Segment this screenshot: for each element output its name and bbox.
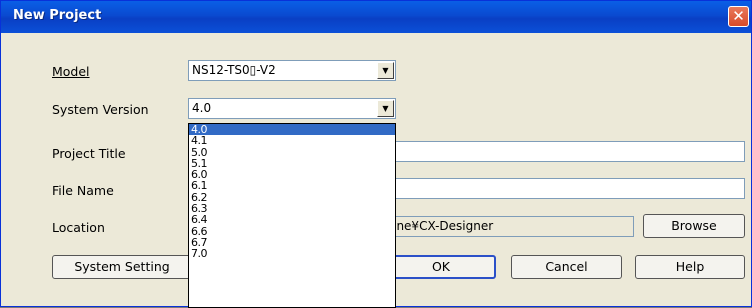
window-title: New Project <box>13 8 102 23</box>
system-version-select[interactable]: 4.0 ▼ <box>188 98 396 119</box>
title-bar[interactable]: New Project ✕ <box>1 1 751 33</box>
ok-button[interactable]: OK <box>386 255 496 279</box>
system-setting-button[interactable]: System Setting <box>52 255 192 279</box>
system-version-label: System Version <box>52 102 149 117</box>
version-option[interactable]: 6.4 <box>189 214 395 225</box>
model-label-text: Model <box>52 64 90 79</box>
browse-button[interactable]: Browse <box>643 214 745 238</box>
version-option[interactable]: 6.7 <box>189 237 395 248</box>
version-option[interactable]: 6.6 <box>189 226 395 237</box>
model-select-value: NS12-TS0▯-V2 <box>192 63 276 77</box>
system-version-select-value: 4.0 <box>192 101 212 115</box>
help-button[interactable]: Help <box>635 255 745 279</box>
close-icon[interactable]: ✕ <box>728 6 749 27</box>
model-label: Model <box>52 64 90 79</box>
version-option[interactable]: 4.1 <box>189 135 395 146</box>
new-project-dialog: New Project ✕ Model NS12-TS0▯-V2 ▼ Syste… <box>0 0 752 308</box>
location-label: Location <box>52 220 105 235</box>
version-option[interactable]: 4.0 <box>189 124 395 136</box>
version-option[interactable]: 6.3 <box>189 203 395 214</box>
project-title-label: Project Title <box>52 146 126 161</box>
location-value: One¥CX-Designer <box>387 219 494 233</box>
version-option[interactable]: 6.2 <box>189 192 395 203</box>
version-option[interactable]: 6.1 <box>189 180 395 191</box>
cancel-button[interactable]: Cancel <box>511 255 622 279</box>
model-select[interactable]: NS12-TS0▯-V2 ▼ <box>188 60 396 81</box>
version-option[interactable]: 5.0 <box>189 146 395 158</box>
version-option[interactable]: 7.0 <box>189 248 395 259</box>
version-option[interactable]: 5.1 <box>189 158 395 169</box>
chevron-down-icon[interactable]: ▼ <box>377 100 394 117</box>
system-version-dropdown-list[interactable]: 4.0 4.1 5.0 5.1 6.0 6.1 6.2 6.3 6.4 6.6 6.7 7.0 <box>188 123 396 308</box>
version-option[interactable]: 6.0 <box>189 169 395 180</box>
file-name-label: File Name <box>52 183 114 198</box>
chevron-down-icon[interactable]: ▼ <box>377 62 394 79</box>
